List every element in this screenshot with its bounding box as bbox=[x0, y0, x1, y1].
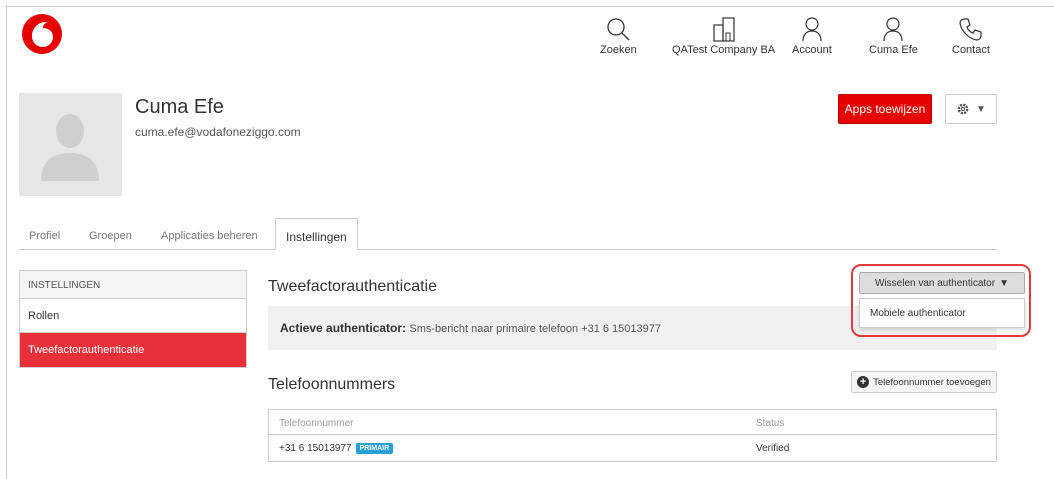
sidebar-header: INSTELLINGEN bbox=[20, 271, 246, 299]
nav-search[interactable]: Zoeken bbox=[600, 16, 637, 56]
tab-bar: Profiel Groepen Applicaties beheren Inst… bbox=[19, 218, 997, 250]
user-icon bbox=[799, 16, 825, 42]
primary-badge: PRIMAIR bbox=[355, 443, 394, 454]
switch-authenticator-button[interactable]: Wisselen van authenticator ▼ bbox=[859, 272, 1025, 294]
sidebar-item-tweefactor[interactable]: Tweefactorauthenticatie bbox=[20, 333, 246, 367]
nav-label: Contact bbox=[952, 44, 990, 56]
nav-label: Zoeken bbox=[600, 44, 637, 56]
dropdown-option-mobile[interactable]: Mobiele authenticator bbox=[870, 308, 1014, 319]
status-cell: Verified bbox=[756, 443, 790, 454]
search-icon bbox=[605, 16, 631, 42]
user-name: Cuma Efe bbox=[135, 96, 224, 118]
vodafone-logo[interactable] bbox=[22, 14, 62, 54]
table-row[interactable]: +31 6 15013977 PRIMAIR Verified bbox=[269, 435, 996, 462]
chevron-down-icon: ▼ bbox=[999, 277, 1009, 289]
chevron-down-icon: ▼ bbox=[976, 103, 986, 115]
table-header: Telefoonnummer Status bbox=[269, 410, 996, 435]
phones-table: Telefoonnummer Status +31 6 15013977 PRIM… bbox=[268, 409, 997, 462]
nav-label: Cuma Efe bbox=[869, 44, 918, 56]
user-email: cuma.efe@vodafoneziggo.com bbox=[135, 125, 301, 139]
settings-sidebar: INSTELLINGEN Rollen Tweefactorauthentica… bbox=[19, 270, 247, 368]
nav-label: QATest Company BA bbox=[672, 44, 776, 56]
authenticator-dropdown: Mobiele authenticator bbox=[859, 298, 1025, 328]
nav-company[interactable]: QATest Company BA bbox=[672, 16, 775, 56]
assign-apps-button[interactable]: Apps toewijzen bbox=[838, 94, 932, 124]
tab-applicaties[interactable]: Applicaties beheren bbox=[161, 230, 258, 242]
phone-number: +31 6 15013977 bbox=[279, 443, 352, 454]
sidebar-item-rollen[interactable]: Rollen bbox=[20, 299, 246, 333]
avatar bbox=[19, 93, 122, 196]
user-silhouette-icon bbox=[41, 114, 99, 181]
phones-title: Telefoonnummers bbox=[268, 376, 396, 393]
phone-number-cell: +31 6 15013977 PRIMAIR bbox=[279, 443, 394, 454]
nav-label: Account bbox=[792, 44, 832, 56]
building-icon bbox=[711, 16, 737, 42]
add-phone-label: Telefoonnummer toevoegen bbox=[873, 376, 991, 388]
user-icon bbox=[880, 16, 906, 42]
switch-authenticator-label: Wisselen van authenticator bbox=[875, 277, 996, 289]
nav-account[interactable]: Account bbox=[792, 16, 832, 56]
nav-user[interactable]: Cuma Efe bbox=[869, 16, 918, 56]
active-authenticator-value: Sms-bericht naar primaire telefoon +31 6… bbox=[409, 323, 661, 335]
twofa-title: Tweefactorauthenticatie bbox=[268, 278, 437, 295]
column-header-number: Telefoonnummer bbox=[279, 418, 354, 429]
plus-circle-icon: + bbox=[857, 376, 870, 388]
active-authenticator: Actieve authenticator: Sms-bericht naar … bbox=[280, 321, 661, 335]
tab-groepen[interactable]: Groepen bbox=[89, 230, 132, 242]
settings-menu-button[interactable]: ▼ bbox=[945, 94, 997, 124]
tab-instellingen[interactable]: Instellingen bbox=[275, 218, 358, 250]
active-authenticator-label: Actieve authenticator: bbox=[280, 321, 407, 335]
column-header-status: Status bbox=[756, 418, 785, 429]
nav-contact[interactable]: Contact bbox=[952, 16, 990, 56]
tab-profiel[interactable]: Profiel bbox=[29, 230, 60, 242]
phone-icon bbox=[958, 16, 984, 42]
add-phone-button[interactable]: + Telefoonnummer toevoegen bbox=[851, 371, 997, 393]
gear-icon bbox=[957, 103, 969, 115]
